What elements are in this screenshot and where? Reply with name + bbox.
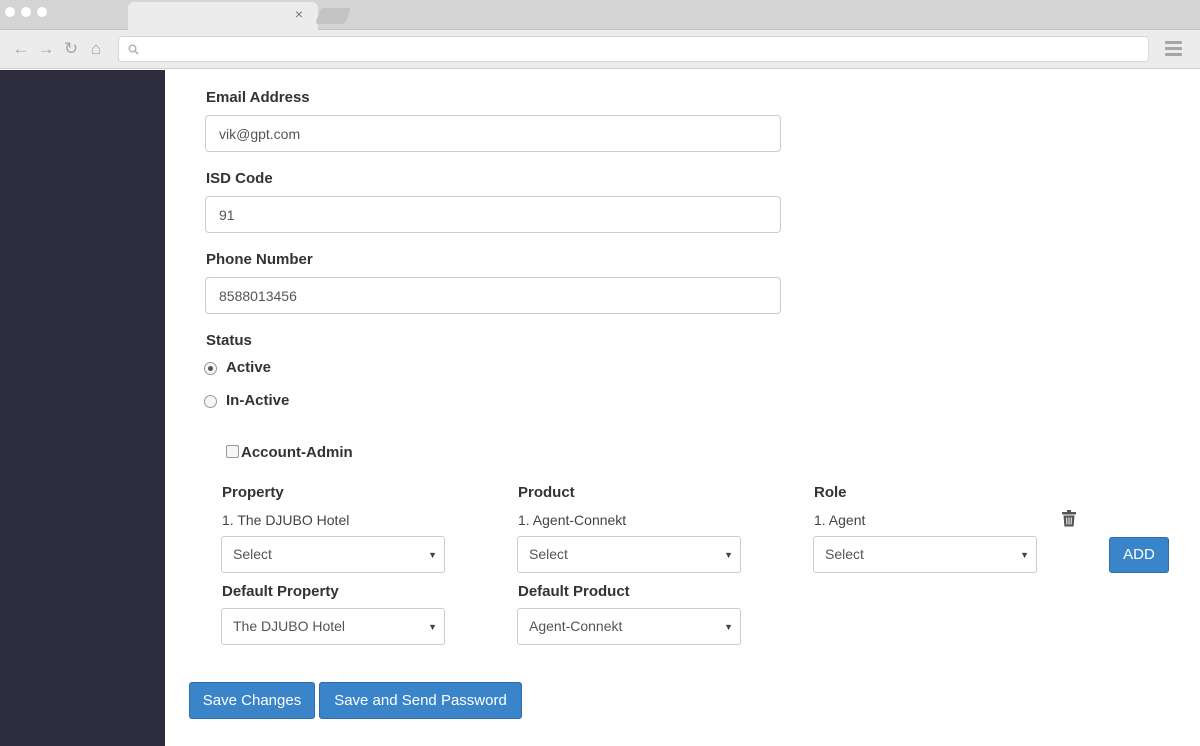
default-property-value: The DJUBO Hotel [233, 618, 346, 634]
chevron-down-icon: ▼ [724, 550, 733, 560]
window-dot-close[interactable] [5, 7, 15, 17]
assigned-property: 1. The DJUBO Hotel [222, 512, 350, 528]
chevron-down-icon: ▼ [428, 550, 437, 560]
sidebar [0, 70, 165, 746]
search-icon [128, 44, 139, 55]
property-select-value: Select [233, 546, 272, 562]
chevron-down-icon: ▼ [724, 622, 733, 632]
default-product-label: Default Product [518, 583, 630, 600]
phone-label: Phone Number [206, 251, 313, 268]
assigned-product: 1. Agent-Connekt [518, 512, 627, 528]
phone-field[interactable] [205, 277, 781, 314]
role-header: Role [814, 484, 847, 501]
window-dot-minimize[interactable] [21, 7, 31, 17]
menu-icon[interactable] [1165, 41, 1182, 56]
save-changes-button[interactable]: Save Changes [189, 682, 315, 719]
chevron-down-icon: ▼ [428, 622, 437, 632]
email-label: Email Address [206, 89, 310, 106]
status-inactive-label[interactable]: In-Active [226, 392, 289, 409]
role-select[interactable]: Select ▼ [813, 536, 1037, 573]
new-tab-button[interactable] [315, 8, 351, 24]
role-select-value: Select [825, 546, 864, 562]
default-property-select[interactable]: The DJUBO Hotel ▼ [221, 608, 445, 645]
trash-icon[interactable] [1062, 510, 1076, 527]
status-label: Status [206, 332, 252, 349]
browser-titlebar: × [0, 0, 1200, 31]
email-field[interactable] [205, 115, 781, 152]
product-select-value: Select [529, 546, 568, 562]
address-bar[interactable] [118, 36, 1149, 62]
property-header: Property [222, 484, 284, 501]
status-inactive-radio[interactable] [204, 395, 217, 408]
forward-arrow-icon[interactable]: → [37, 39, 55, 59]
save-send-password-button[interactable]: Save and Send Password [319, 682, 522, 719]
assigned-role: 1. Agent [814, 512, 866, 528]
isd-code-field[interactable] [205, 196, 781, 233]
chevron-down-icon: ▼ [1020, 550, 1029, 560]
property-select[interactable]: Select ▼ [221, 536, 445, 573]
user-edit-form: Email Address ISD Code Phone Number Stat… [165, 70, 1200, 746]
add-assignment-button[interactable]: ADD [1109, 537, 1169, 573]
browser-toolbar: ← → ↻ ⌂ [0, 30, 1200, 69]
default-property-label: Default Property [222, 583, 339, 600]
reload-icon[interactable]: ↻ [62, 39, 80, 59]
product-header: Product [518, 484, 575, 501]
default-product-value: Agent-Connekt [529, 618, 623, 634]
browser-tab[interactable] [128, 2, 318, 31]
window-dot-maximize[interactable] [37, 7, 47, 17]
account-admin-checkbox[interactable] [226, 445, 239, 458]
product-select[interactable]: Select ▼ [517, 536, 741, 573]
status-active-label[interactable]: Active [226, 359, 271, 376]
status-active-radio[interactable] [204, 362, 217, 375]
home-icon[interactable]: ⌂ [87, 39, 105, 59]
isd-code-label: ISD Code [206, 170, 273, 187]
default-product-select[interactable]: Agent-Connekt ▼ [517, 608, 741, 645]
close-icon[interactable]: × [292, 6, 306, 22]
account-admin-label[interactable]: Account-Admin [241, 444, 353, 461]
back-arrow-icon[interactable]: ← [12, 39, 30, 59]
